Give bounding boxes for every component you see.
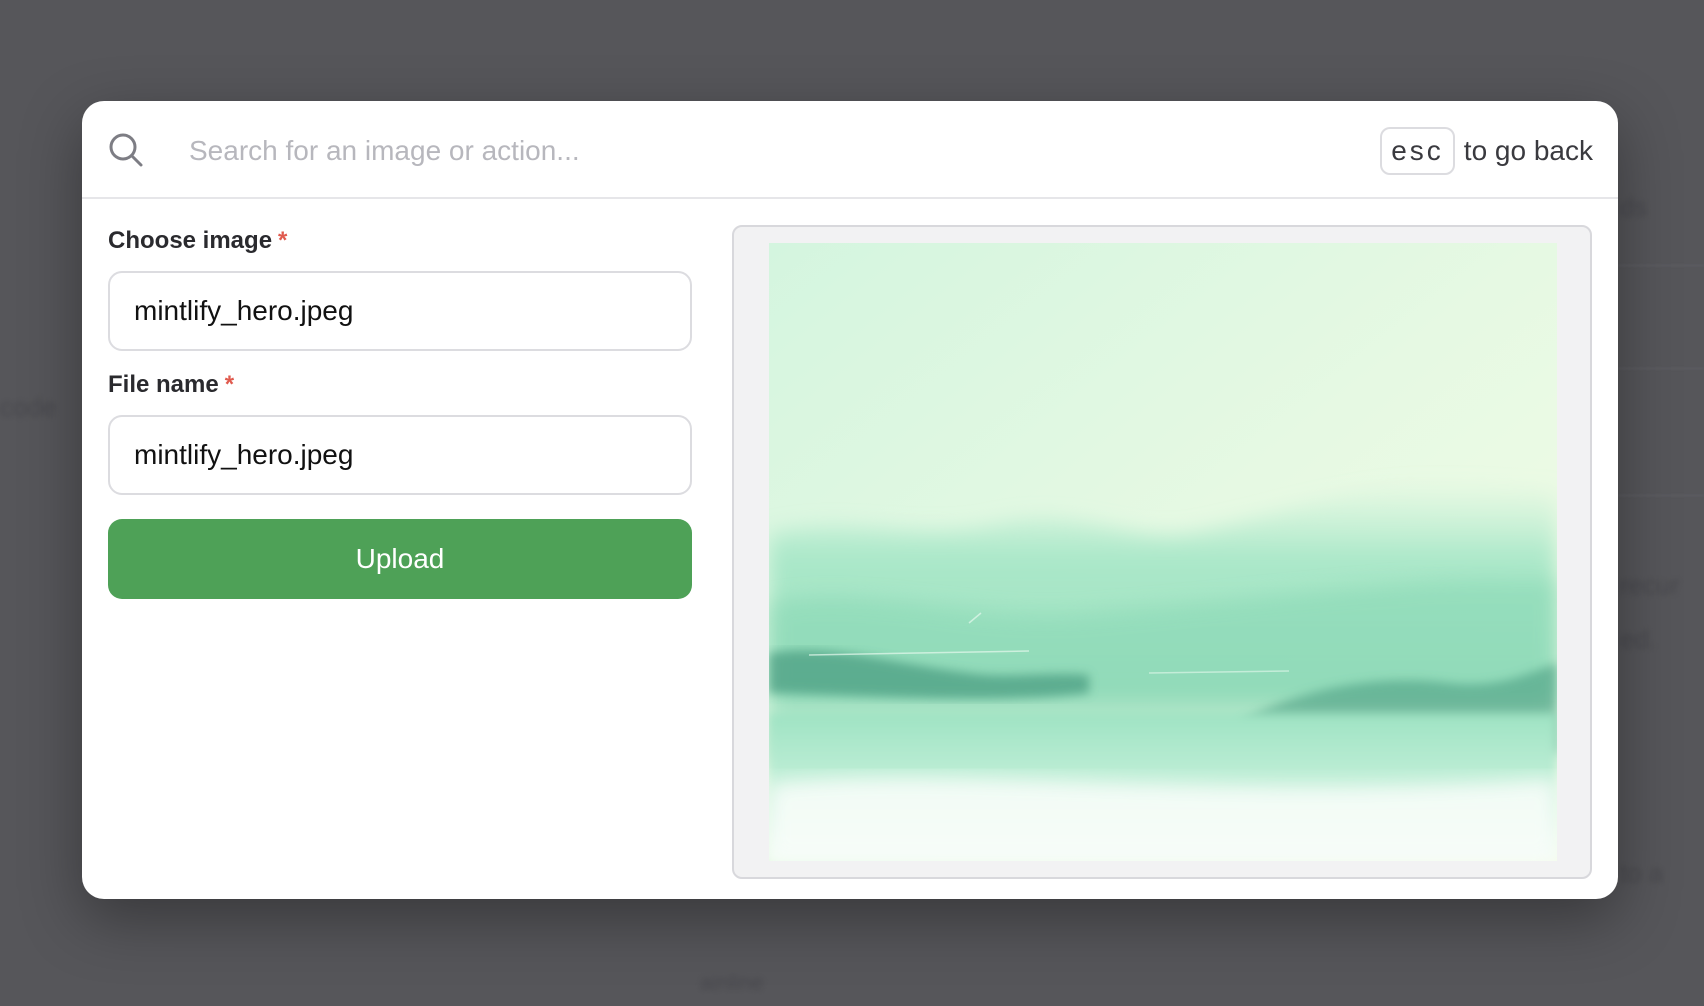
search-icon	[108, 132, 144, 168]
upload-button[interactable]: Upload	[108, 519, 692, 599]
upload-image-dialog: esc to go back Choose image* File name* …	[82, 101, 1618, 899]
required-marker: *	[224, 371, 235, 398]
background-text: to a	[1620, 858, 1664, 888]
background-divider	[1618, 495, 1704, 496]
image-preview	[769, 243, 1557, 861]
background-text: ds	[1620, 192, 1648, 222]
background-divider	[1618, 265, 1704, 266]
file-name-label-text: File name	[108, 371, 219, 398]
esc-hint: esc to go back	[1380, 127, 1593, 175]
file-name-label: File name *	[108, 371, 692, 399]
background-divider	[1618, 368, 1704, 369]
background-text: recur	[1620, 570, 1680, 600]
required-marker: *	[278, 227, 288, 254]
choose-image-label-text: Choose image	[108, 227, 273, 254]
file-name-field[interactable]	[108, 415, 692, 495]
esc-key[interactable]: esc	[1380, 127, 1455, 175]
search-bar: esc to go back	[82, 101, 1618, 199]
background-text: code	[0, 392, 57, 422]
background-text: ainline	[700, 970, 764, 995]
choose-image-label: Choose image *	[108, 227, 692, 255]
search-input[interactable]	[187, 123, 1191, 179]
upload-form: Choose image* File name* Upload	[108, 199, 692, 599]
background-text: ed.	[1620, 624, 1657, 654]
choose-image-field[interactable]	[108, 271, 692, 351]
esc-hint-text: to go back	[1463, 135, 1593, 166]
image-preview-frame	[732, 225, 1592, 879]
